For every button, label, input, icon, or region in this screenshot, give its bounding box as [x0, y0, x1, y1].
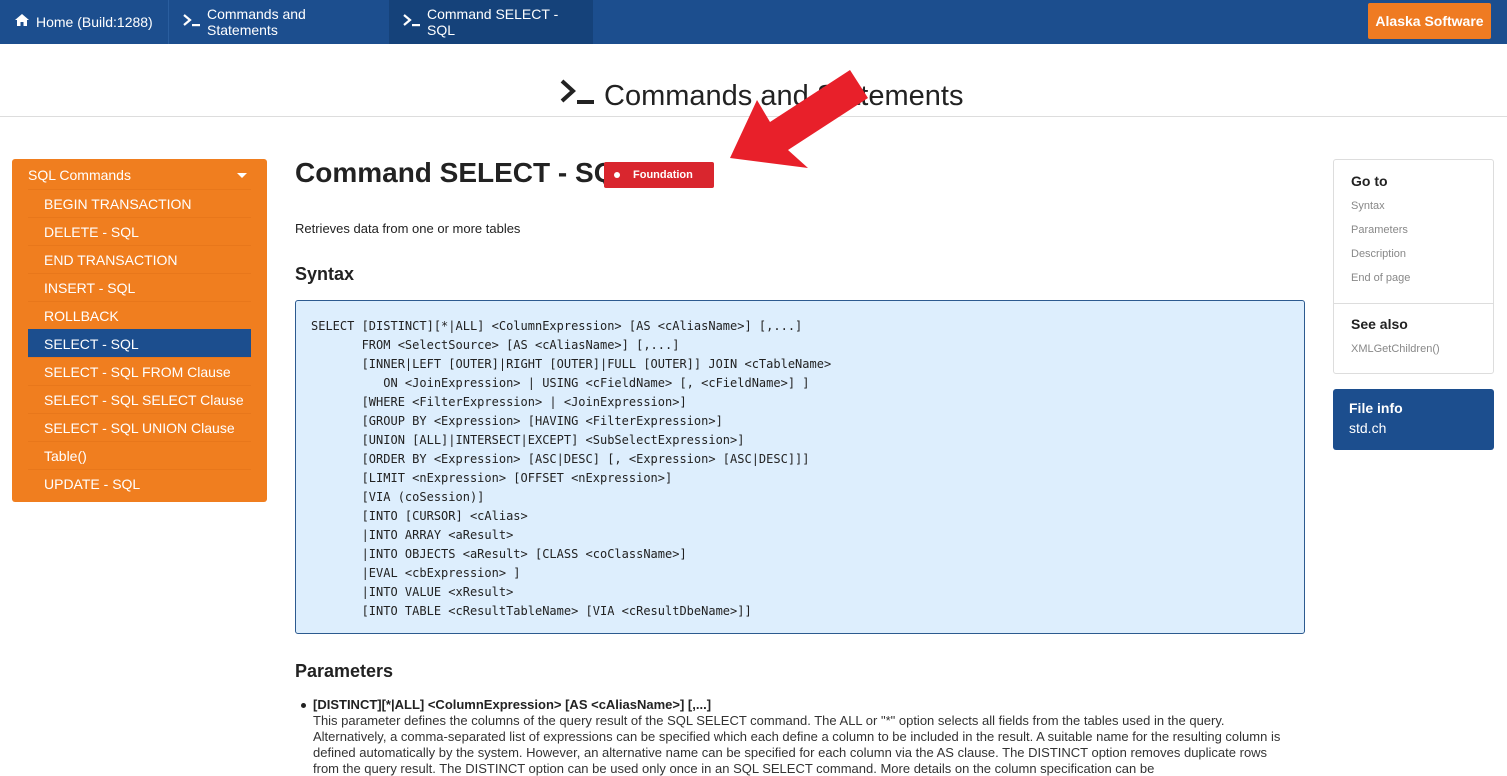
parameter-title: [DISTINCT][*|ALL] <ColumnExpression> [AS…: [313, 697, 712, 712]
goto-link-parameters[interactable]: Parameters: [1351, 224, 1408, 236]
command-title: Command SELECT - SQL: [295, 157, 633, 188]
terminal-icon: [403, 13, 421, 31]
breadcrumb-current-label: Command SELECT - SQL: [427, 6, 559, 38]
sidebar-item-update-sql[interactable]: UPDATE - SQL: [28, 469, 251, 497]
syntax-code-block: SELECT [DISTINCT][*|ALL] <ColumnExpressi…: [295, 300, 1305, 634]
breadcrumb-current[interactable]: Command SELECT - SQL: [389, 0, 593, 44]
caret-down-icon: [237, 172, 247, 178]
breadcrumb-commands-label: Commands and Statements: [207, 6, 306, 38]
sidebar-item-select-select[interactable]: SELECT - SQL SELECT Clause: [28, 385, 251, 413]
sidebar-item-table[interactable]: Table(): [28, 441, 251, 469]
parameter-text: This parameter defines the columns of th…: [313, 713, 1281, 776]
sidebar-item-select-from[interactable]: SELECT - SQL FROM Clause: [28, 357, 251, 385]
sidebar-item-delete-sql[interactable]: DELETE - SQL: [28, 217, 251, 245]
syntax-heading: Syntax: [295, 264, 355, 284]
see-also-heading: See also: [1351, 316, 1408, 332]
sidebar-item-begin-transaction[interactable]: BEGIN TRANSACTION: [28, 189, 251, 217]
breadcrumb-home-label: Home (Build:1288): [36, 14, 153, 30]
goto-link-syntax[interactable]: Syntax: [1351, 200, 1385, 212]
sidebar-item-select-sql[interactable]: SELECT - SQL: [28, 329, 251, 357]
foundation-badge: Foundation: [604, 162, 714, 188]
file-info-panel: File info std.ch: [1333, 389, 1494, 450]
breadcrumb-home[interactable]: Home (Build:1288): [0, 0, 168, 44]
sidebar-heading[interactable]: SQL Commands: [28, 161, 251, 189]
top-navbar: Home (Build:1288) Commands and Statement…: [0, 0, 1507, 44]
parameter-item: [DISTINCT][*|ALL] <ColumnExpression> [AS…: [301, 697, 1283, 776]
sidebar-item-insert-sql[interactable]: INSERT - SQL: [28, 273, 251, 301]
sidebar-heading-label: SQL Commands: [28, 167, 131, 183]
parameters-heading: Parameters: [295, 661, 394, 681]
file-info-heading: File info: [1349, 400, 1403, 416]
see-also-link[interactable]: XMLGetChildren(): [1351, 343, 1440, 355]
sidebar-nav: SQL Commands BEGIN TRANSACTION DELETE - …: [12, 159, 267, 502]
sidebar-item-select-union[interactable]: SELECT - SQL UNION Clause: [28, 413, 251, 441]
goto-heading: Go to: [1351, 173, 1388, 189]
command-description: Retrieves data from one or more tables: [295, 221, 521, 236]
alaska-software-button[interactable]: Alaska Software: [1368, 3, 1491, 39]
breadcrumb-commands[interactable]: Commands and Statements: [168, 0, 389, 44]
sidebar-item-rollback[interactable]: ROLLBACK: [28, 301, 251, 329]
file-info-value: std.ch: [1349, 420, 1387, 436]
red-arrow-annotation: [730, 70, 868, 168]
goto-link-description[interactable]: Description: [1351, 248, 1406, 260]
syntax-code: SELECT [DISTINCT][*|ALL] <ColumnExpressi…: [311, 319, 832, 618]
goto-panel: Go to Syntax Parameters Description End …: [1333, 159, 1494, 374]
goto-link-end-of-page[interactable]: End of page: [1351, 272, 1410, 284]
home-icon: [14, 13, 30, 31]
divider: [1334, 303, 1493, 304]
terminal-icon: [183, 13, 201, 31]
sidebar-item-end-transaction[interactable]: END TRANSACTION: [28, 245, 251, 273]
terminal-icon: [560, 78, 596, 114]
